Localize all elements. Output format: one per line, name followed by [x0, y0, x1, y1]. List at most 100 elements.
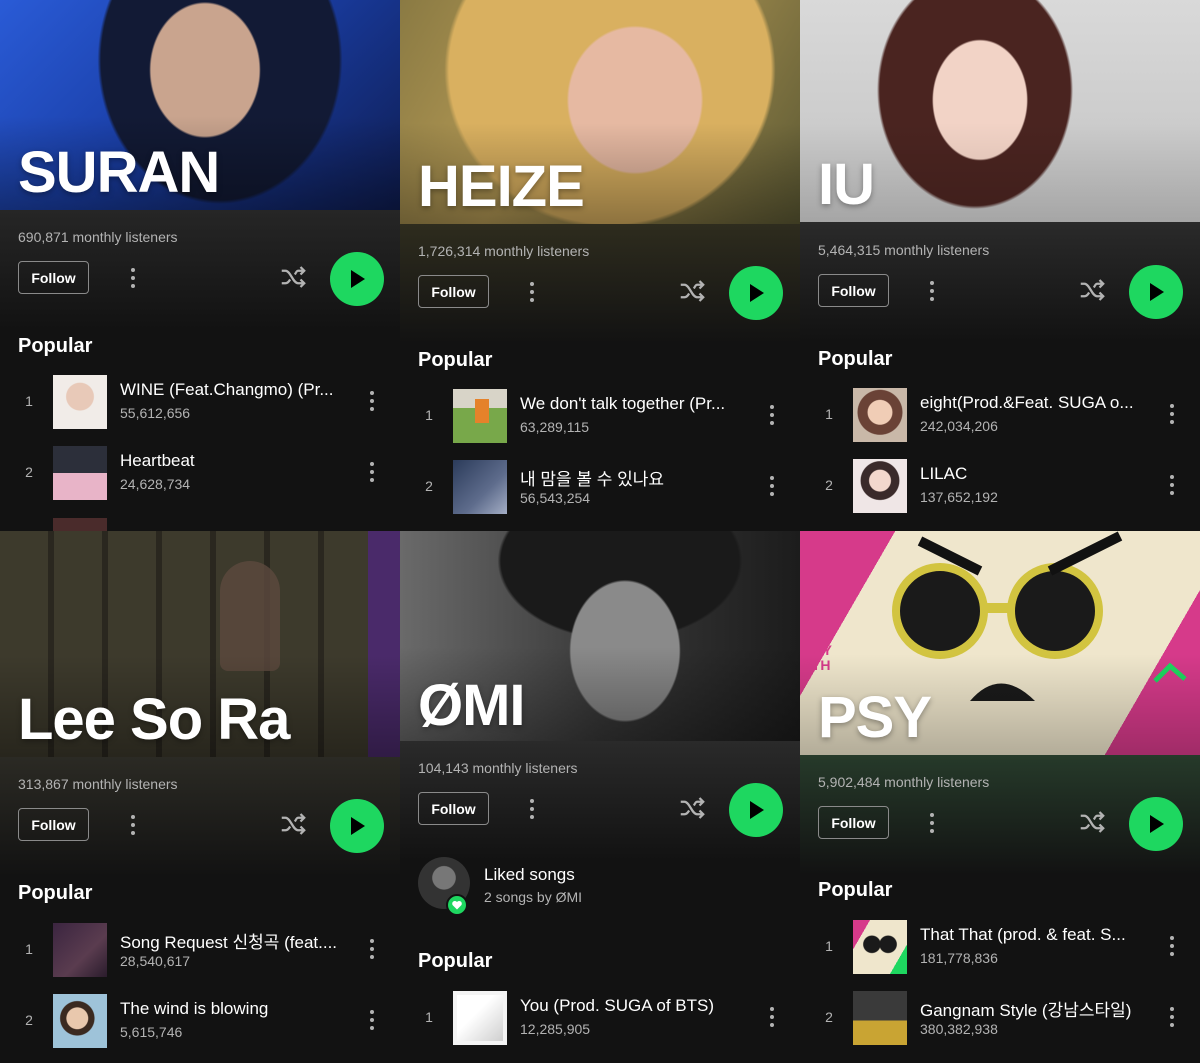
more-options-icon[interactable]: [127, 813, 139, 837]
more-options-icon[interactable]: [926, 279, 938, 303]
follow-button[interactable]: Follow: [18, 261, 89, 294]
track-rank: 1: [25, 941, 33, 957]
track-row[interactable]: 1 WINE (Feat.Changmo) (Pr... 55,612,656: [0, 375, 400, 431]
artist-hero-image: Lee So Ra: [0, 531, 400, 757]
artist-hero-image: PSY 9TH PSY: [800, 531, 1200, 755]
track-row[interactable]: 1 eight(Prod.&Feat. SUGA o... 242,034,20…: [800, 388, 1200, 444]
track-row[interactable]: 1 You (Prod. SUGA of BTS) 12,285,905: [400, 991, 800, 1047]
track-row[interactable]: 2 Gangnam Style (강남스타일) 380,382,938: [800, 991, 1200, 1047]
track-more-icon[interactable]: [1166, 934, 1178, 958]
follow-button[interactable]: Follow: [418, 275, 489, 308]
track-more-icon[interactable]: [366, 389, 378, 413]
track-row[interactable]: 2 The wind is blowing 5,615,746: [0, 994, 400, 1050]
play-icon: [750, 801, 764, 819]
play-icon: [351, 270, 365, 288]
track-more-icon[interactable]: [1166, 1005, 1178, 1029]
track-art-partial: [53, 518, 107, 532]
artist-name: HEIZE: [418, 154, 585, 219]
track-play-count: 24,628,734: [120, 476, 191, 492]
track-play-count: 12,285,905: [520, 1021, 591, 1037]
track-album-art: [53, 375, 107, 429]
play-button[interactable]: [330, 799, 384, 853]
track-title: That That (prod. & feat. S...: [920, 925, 1126, 944]
artist-name: SURAN: [18, 140, 220, 205]
play-button[interactable]: [729, 783, 783, 837]
liked-songs-subtitle: 2 songs by ØMI: [484, 889, 583, 905]
more-options-icon[interactable]: [127, 266, 139, 290]
track-title: WINE (Feat.Changmo) (Pr...: [120, 380, 334, 399]
shuffle-icon[interactable]: [1077, 275, 1107, 305]
track-title: The wind is blowing: [120, 999, 269, 1018]
monthly-listeners: 104,143 monthly listeners: [418, 760, 578, 776]
track-play-count: 63,289,115: [520, 419, 590, 435]
track-play-count: 137,652,192: [920, 489, 998, 505]
artist-name: ØMI: [418, 673, 526, 738]
track-rank: 2: [25, 464, 33, 480]
popular-heading: Popular: [818, 348, 893, 370]
track-more-icon[interactable]: [766, 403, 778, 427]
artist-panel-heize: HEIZE 1,726,314 monthly listeners Follow…: [400, 0, 800, 532]
track-title: eight(Prod.&Feat. SUGA o...: [920, 393, 1134, 412]
track-more-icon[interactable]: [1166, 402, 1178, 426]
track-row[interactable]: 1 Song Request 신청곡 (feat.... 28,540,617: [0, 923, 400, 979]
track-album-art: [453, 460, 507, 514]
shuffle-icon[interactable]: [677, 793, 707, 823]
track-play-count: 181,778,836: [920, 950, 998, 966]
track-title: Heartbeat: [120, 451, 195, 470]
track-rank: 1: [825, 406, 833, 422]
popular-heading: Popular: [18, 335, 93, 357]
shuffle-icon[interactable]: [677, 276, 707, 306]
follow-button[interactable]: Follow: [818, 806, 889, 839]
track-title: Song Request 신청곡 (feat....: [120, 933, 338, 952]
track-album-art: [53, 994, 107, 1048]
track-row[interactable]: 2 내 맘을 볼 수 있나요 56,543,254: [400, 460, 800, 516]
track-more-icon[interactable]: [1166, 473, 1178, 497]
track-play-count: 56,543,254: [520, 490, 591, 506]
shuffle-icon[interactable]: [278, 262, 308, 292]
play-button[interactable]: [729, 266, 783, 320]
shuffle-icon[interactable]: [278, 809, 308, 839]
popular-heading: Popular: [418, 349, 493, 371]
popular-heading: Popular: [818, 879, 893, 901]
track-title: You (Prod. SUGA of BTS): [520, 996, 715, 1015]
track-more-icon[interactable]: [766, 1005, 778, 1029]
artist-panel-iu: IU 5,464,315 monthly listeners Follow Po…: [800, 0, 1200, 532]
play-icon: [351, 817, 365, 835]
track-rank: 1: [825, 938, 833, 954]
track-title: LILAC: [920, 464, 968, 483]
track-row[interactable]: 2 LILAC 137,652,192: [800, 459, 1200, 515]
artist-panel-lee-so-ra: Lee So Ra 313,867 monthly listeners Foll…: [0, 531, 400, 1063]
track-album-art: [453, 389, 507, 443]
track-more-icon[interactable]: [366, 1008, 378, 1032]
track-row[interactable]: 1 We don't talk together (Pr... 63,289,1…: [400, 389, 800, 445]
track-album-art: [853, 388, 907, 442]
more-options-icon[interactable]: [926, 811, 938, 835]
track-album-art: [53, 923, 107, 977]
follow-button[interactable]: Follow: [418, 792, 489, 825]
more-options-icon[interactable]: [526, 280, 538, 304]
follow-button[interactable]: Follow: [818, 274, 889, 307]
track-more-icon[interactable]: [366, 460, 378, 484]
shuffle-icon[interactable]: [1077, 807, 1107, 837]
artist-hero-image: ØMI: [400, 531, 800, 741]
artist-panel-psy: PSY 9TH PSY 5,902,484 monthly listeners …: [800, 531, 1200, 1063]
play-button[interactable]: [1129, 797, 1183, 851]
follow-button[interactable]: Follow: [18, 808, 89, 841]
liked-songs-row[interactable]: Liked songs 2 songs by ØMI: [400, 857, 800, 917]
track-more-icon[interactable]: [366, 937, 378, 961]
more-options-icon[interactable]: [526, 797, 538, 821]
monthly-listeners: 5,902,484 monthly listeners: [818, 774, 990, 790]
track-row[interactable]: 2 Heartbeat 24,628,734: [0, 446, 400, 502]
track-play-count: 55,612,656: [120, 405, 191, 421]
track-play-count: 28,540,617: [120, 953, 191, 969]
track-rank: 1: [425, 1009, 433, 1025]
track-title: 내 맘을 볼 수 있나요: [520, 470, 665, 489]
track-album-art: [853, 991, 907, 1045]
track-rank: 2: [825, 477, 833, 493]
artist-hero-image: IU: [800, 0, 1200, 222]
play-button[interactable]: [330, 252, 384, 306]
track-row[interactable]: 1 That That (prod. & feat. S... 181,778,…: [800, 920, 1200, 976]
play-button[interactable]: [1129, 265, 1183, 319]
play-icon: [1150, 283, 1164, 301]
track-more-icon[interactable]: [766, 474, 778, 498]
